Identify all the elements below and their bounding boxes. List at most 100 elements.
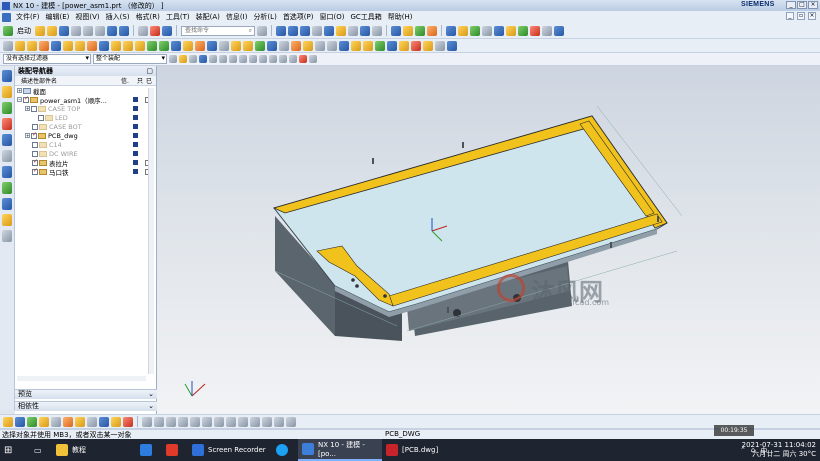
edge-blend-icon[interactable] <box>147 40 157 51</box>
orient-view-icon[interactable] <box>360 25 370 36</box>
mirror-assembly-icon[interactable] <box>530 25 540 36</box>
doc-minimize-icon[interactable]: _ <box>786 12 794 20</box>
select-all-icon[interactable] <box>179 55 187 63</box>
shell-icon[interactable] <box>171 40 181 51</box>
expand-toggle-icon[interactable]: + <box>17 88 22 93</box>
datum-axis-icon[interactable] <box>279 40 289 51</box>
layer-settings-icon[interactable] <box>372 25 382 36</box>
hidden-edges-icon[interactable] <box>87 416 97 427</box>
slot-icon[interactable] <box>87 40 97 51</box>
resize-blend-icon[interactable] <box>387 40 397 51</box>
menu-view[interactable]: 视图(V) <box>72 12 102 22</box>
start-icon[interactable] <box>3 25 13 36</box>
show-all-icon[interactable] <box>3 416 13 427</box>
sketch-icon[interactable] <box>3 40 13 51</box>
save-icon[interactable] <box>59 25 69 36</box>
subtract-icon[interactable] <box>123 40 133 51</box>
task-view-button[interactable]: ▭ <box>30 439 52 461</box>
offset-face-icon[interactable] <box>219 40 229 51</box>
dependency-section[interactable]: 相依性 ⌄ <box>15 401 157 411</box>
menu-file[interactable]: 文件(F) <box>13 12 43 22</box>
pan-icon[interactable] <box>324 25 334 36</box>
copy-icon[interactable] <box>83 25 93 36</box>
column-readonly[interactable]: 只 <box>137 76 143 85</box>
visibility-checkbox[interactable] <box>32 123 38 130</box>
visibility-checkbox[interactable] <box>32 167 38 175</box>
extrude-icon[interactable] <box>15 40 25 51</box>
start-button[interactable]: ⊞ <box>0 439 30 461</box>
tree-row[interactable]: C14 <box>15 140 156 149</box>
studio-render-icon[interactable] <box>75 416 85 427</box>
maximize-icon[interactable]: □ <box>797 1 807 9</box>
menu-insert[interactable]: 插入(S) <box>103 12 133 22</box>
point-on-face-icon[interactable] <box>279 55 287 63</box>
chevron-down-icon[interactable]: ⌄ <box>148 390 154 399</box>
trim-body-icon[interactable] <box>195 40 205 51</box>
pan-view-icon[interactable] <box>51 416 61 427</box>
fit-view-icon[interactable] <box>15 416 25 427</box>
visibility-checkbox[interactable] <box>31 131 37 139</box>
revolve-icon[interactable] <box>27 40 37 51</box>
sketch-trim-icon[interactable] <box>214 416 224 427</box>
intersect-icon[interactable] <box>135 40 145 51</box>
sketch-fillet-icon[interactable] <box>238 416 248 427</box>
pocket-icon[interactable] <box>63 40 73 51</box>
redo-icon[interactable] <box>119 25 129 36</box>
tree-row[interactable]: 马口铁 <box>15 167 156 177</box>
doc-restore-icon[interactable]: ▫ <box>797 12 805 20</box>
unite-icon[interactable] <box>111 40 121 51</box>
taskbar-item[interactable]: NX 10 - 建模 - [po... <box>298 439 382 461</box>
delete-face-icon[interactable] <box>399 40 409 51</box>
column-part-name[interactable]: 描述性部件名 <box>21 76 131 85</box>
tree-row[interactable]: + CASE TOP <box>15 104 156 113</box>
model-view[interactable] <box>157 66 820 414</box>
menu-assembly[interactable]: 装配(A) <box>193 12 223 22</box>
wcs-icon[interactable] <box>446 25 456 36</box>
tree-row[interactable]: − power_asm1（顺序... <box>15 95 156 105</box>
measure-distance-icon[interactable] <box>458 25 468 36</box>
measure-body-icon[interactable] <box>470 25 480 36</box>
taskbar-item[interactable] <box>136 439 162 461</box>
graphics-window[interactable]: 沐风网 www.mfcad.com <box>157 66 820 414</box>
sketch-constraint-icon[interactable] <box>286 416 296 427</box>
wireframe-icon[interactable] <box>348 25 358 36</box>
touch-mode-icon[interactable] <box>162 25 172 36</box>
gc-tool-icon-2[interactable] <box>554 25 564 36</box>
fit-icon[interactable] <box>288 25 298 36</box>
visibility-checkbox[interactable] <box>38 114 44 121</box>
split-body-icon[interactable] <box>207 40 217 51</box>
edit-object-display-icon[interactable] <box>403 25 413 36</box>
sketch-offset-icon[interactable] <box>250 416 260 427</box>
end-point-icon[interactable] <box>199 55 207 63</box>
start-label[interactable]: 启动 <box>17 26 31 36</box>
hole-icon[interactable] <box>39 40 49 51</box>
sketch-circle-icon[interactable] <box>166 416 176 427</box>
delete-icon[interactable] <box>150 25 160 36</box>
tree-row[interactable]: + PCB_dwg <box>15 131 156 140</box>
static-wireframe-icon[interactable] <box>99 416 109 427</box>
web-browser-tab-icon[interactable] <box>2 150 12 162</box>
close-icon[interactable]: × <box>808 1 818 9</box>
paste-icon[interactable] <box>95 25 105 36</box>
boss-icon[interactable] <box>51 40 61 51</box>
manufacturing-wizard-tab-icon[interactable] <box>2 214 12 226</box>
undo-icon[interactable] <box>107 25 117 36</box>
sew-icon[interactable] <box>423 40 433 51</box>
thicken-icon[interactable] <box>255 40 265 51</box>
visibility-checkbox[interactable] <box>23 95 29 103</box>
sketch-extend-icon[interactable] <box>226 416 236 427</box>
assembly-navigator-tab-icon[interactable] <box>2 70 12 82</box>
surface-icon[interactable] <box>411 40 421 51</box>
sketch-polygon-icon[interactable] <box>190 416 200 427</box>
rotate-view-icon[interactable] <box>39 416 49 427</box>
move-face-icon[interactable] <box>351 40 361 51</box>
help-icon[interactable] <box>257 25 267 36</box>
add-component-icon[interactable] <box>506 25 516 36</box>
collapse-toggle-icon[interactable]: − <box>17 97 22 102</box>
app-menu-icon[interactable] <box>2 12 11 22</box>
groove-icon[interactable] <box>99 40 109 51</box>
existing-point-icon[interactable] <box>259 55 267 63</box>
assembly-constraints-icon[interactable] <box>494 25 504 36</box>
more-commands-icon[interactable] <box>447 40 457 51</box>
taskbar-item[interactable]: [PCB.dwg] <box>382 439 466 461</box>
